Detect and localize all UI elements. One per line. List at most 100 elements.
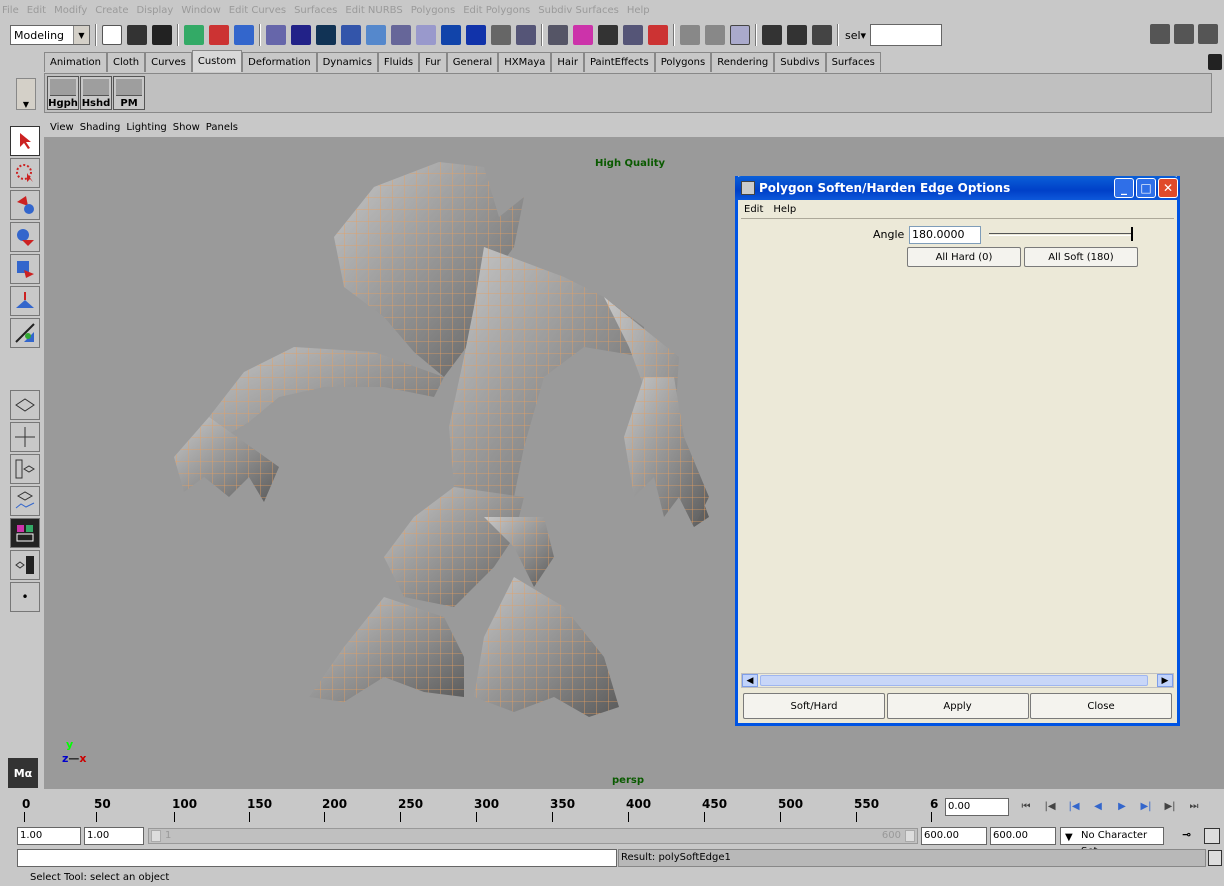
- step-back-frame-button[interactable]: |◀: [1063, 795, 1085, 817]
- snap-view-plane-icon[interactable]: [623, 25, 643, 45]
- menu-surfaces[interactable]: Surfaces: [294, 5, 337, 16]
- shelf-tab-rendering[interactable]: Rendering: [711, 52, 775, 72]
- trash-icon[interactable]: [1208, 54, 1222, 70]
- menu-help[interactable]: Help: [627, 5, 650, 16]
- menu-edit-polygons[interactable]: Edit Polygons: [463, 5, 530, 16]
- horizontal-scrollbar[interactable]: ◀ ▶: [741, 673, 1174, 688]
- range-end-handle[interactable]: [905, 830, 915, 842]
- shelf-tab-curves[interactable]: Curves: [145, 52, 192, 72]
- shelf-button-pm[interactable]: PM: [113, 76, 145, 110]
- menu-edit-curves[interactable]: Edit Curves: [229, 5, 286, 16]
- soft-hard-button[interactable]: Soft/Hard: [743, 693, 885, 719]
- step-forward-key-button[interactable]: ▶|: [1159, 795, 1181, 817]
- lock-selection-icon[interactable]: [491, 25, 511, 45]
- layout-persp-outliner[interactable]: [10, 550, 40, 580]
- dialog-menu-help[interactable]: Help: [773, 204, 796, 215]
- shelf-tab-custom[interactable]: Custom: [191, 50, 243, 72]
- playback-end-field[interactable]: 600.00: [921, 827, 987, 845]
- panel-menu-lighting[interactable]: Lighting: [126, 122, 166, 133]
- layout-single-pane[interactable]: [10, 390, 40, 420]
- shelf-tab-hxmaya[interactable]: HXMaya: [498, 52, 552, 72]
- construction-history-icon[interactable]: [730, 25, 750, 45]
- layout-menu[interactable]: •: [10, 582, 40, 612]
- shelf-tab-cloth[interactable]: Cloth: [106, 52, 146, 72]
- menu-create[interactable]: Create: [95, 5, 128, 16]
- menu-file[interactable]: File: [2, 5, 19, 16]
- mask-handles-icon[interactable]: [291, 25, 311, 45]
- menu-window[interactable]: Window: [181, 5, 220, 16]
- layout-four-pane[interactable]: [10, 422, 40, 452]
- shelf-menu-button[interactable]: ▼: [16, 78, 36, 110]
- mask-misc-icon[interactable]: [466, 25, 486, 45]
- scrollbar-thumb[interactable]: [760, 675, 1148, 686]
- quick-selection-field[interactable]: [870, 24, 943, 46]
- make-live-icon[interactable]: [648, 25, 668, 45]
- select-object-icon[interactable]: [209, 25, 229, 45]
- ipr-render-icon[interactable]: [787, 25, 807, 45]
- shelf-tab-general[interactable]: General: [446, 52, 499, 72]
- step-back-key-button[interactable]: |◀: [1039, 795, 1061, 817]
- show-attribute-editor-icon[interactable]: [1150, 24, 1170, 44]
- pick-mask-icon[interactable]: [266, 25, 286, 45]
- menu-subdiv-surfaces[interactable]: Subdiv Surfaces: [538, 5, 619, 16]
- command-input[interactable]: [17, 849, 617, 867]
- animation-start-field[interactable]: 1.00: [17, 827, 81, 845]
- quick-selection-label[interactable]: sel▾: [845, 29, 866, 42]
- shelf-tab-fur[interactable]: Fur: [419, 52, 447, 72]
- shelf-button-hgph[interactable]: Hgph: [47, 76, 79, 110]
- mask-deformations-icon[interactable]: [391, 25, 411, 45]
- current-time-field[interactable]: 0.00: [945, 798, 1009, 816]
- angle-slider[interactable]: [989, 227, 1137, 243]
- layout-hypershade[interactable]: [10, 518, 40, 548]
- show-channel-box-icon[interactable]: [1198, 24, 1218, 44]
- close-button[interactable]: Close: [1030, 693, 1172, 719]
- auto-key-icon[interactable]: ⊸: [1182, 828, 1200, 844]
- shelf-tab-deformation[interactable]: Deformation: [242, 52, 317, 72]
- close-window-button[interactable]: ✕: [1158, 178, 1178, 198]
- select-tool[interactable]: [10, 126, 40, 156]
- script-editor-icon[interactable]: [1208, 850, 1222, 866]
- panel-menu-show[interactable]: Show: [173, 122, 200, 133]
- go-to-start-button[interactable]: ⏮: [1015, 795, 1037, 817]
- open-scene-icon[interactable]: [127, 25, 147, 45]
- scale-tool[interactable]: [10, 286, 40, 316]
- manipulator-tool[interactable]: [10, 318, 40, 348]
- menu-modify[interactable]: Modify: [54, 5, 87, 16]
- minimize-button[interactable]: _: [1114, 178, 1134, 198]
- character-set-selector[interactable]: ▼ No Character Set: [1060, 827, 1164, 857]
- render-frame-icon[interactable]: [762, 25, 782, 45]
- dialog-titlebar[interactable]: Polygon Soften/Harden Edge Options _ □ ✕: [735, 176, 1180, 200]
- move-tool[interactable]: [10, 222, 40, 252]
- shelf-tab-surfaces[interactable]: Surfaces: [825, 52, 881, 72]
- layout-outliner-persp[interactable]: [10, 454, 40, 484]
- shelf-tab-subdivs[interactable]: Subdivs: [774, 52, 826, 72]
- angle-field[interactable]: 180.0000: [909, 226, 981, 244]
- new-scene-icon[interactable]: [102, 25, 122, 45]
- apply-button[interactable]: Apply: [886, 693, 1029, 719]
- shelf-tab-dynamics[interactable]: Dynamics: [316, 52, 378, 72]
- snap-grid-icon[interactable]: [548, 25, 568, 45]
- panel-menu-view[interactable]: View: [50, 122, 74, 133]
- play-backwards-button[interactable]: ◀: [1087, 795, 1109, 817]
- mask-surfaces-icon[interactable]: [366, 25, 386, 45]
- play-forwards-button[interactable]: ▶: [1111, 795, 1133, 817]
- dialog-menu-edit[interactable]: Edit: [744, 204, 763, 215]
- show-tool-settings-icon[interactable]: [1174, 24, 1194, 44]
- mask-joints-icon[interactable]: [316, 25, 336, 45]
- shelf-tab-animation[interactable]: Animation: [44, 52, 107, 72]
- slider-thumb[interactable]: [1131, 227, 1133, 241]
- scroll-right-button[interactable]: ▶: [1157, 674, 1173, 687]
- range-slider[interactable]: 1 600: [148, 828, 918, 844]
- shelf-tab-painteffects[interactable]: PaintEffects: [583, 52, 655, 72]
- range-start-handle[interactable]: [151, 830, 161, 842]
- animation-end-field[interactable]: 600.00: [990, 827, 1056, 845]
- select-component-icon[interactable]: [234, 25, 254, 45]
- mask-curves-icon[interactable]: [341, 25, 361, 45]
- render-globals-icon[interactable]: [812, 25, 832, 45]
- input-ops-icon[interactable]: [680, 25, 700, 45]
- menu-edit[interactable]: Edit: [27, 5, 46, 16]
- animation-preferences-icon[interactable]: [1204, 828, 1220, 844]
- snap-point-icon[interactable]: [598, 25, 618, 45]
- go-to-end-button[interactable]: ⏭: [1183, 795, 1205, 817]
- output-ops-icon[interactable]: [705, 25, 725, 45]
